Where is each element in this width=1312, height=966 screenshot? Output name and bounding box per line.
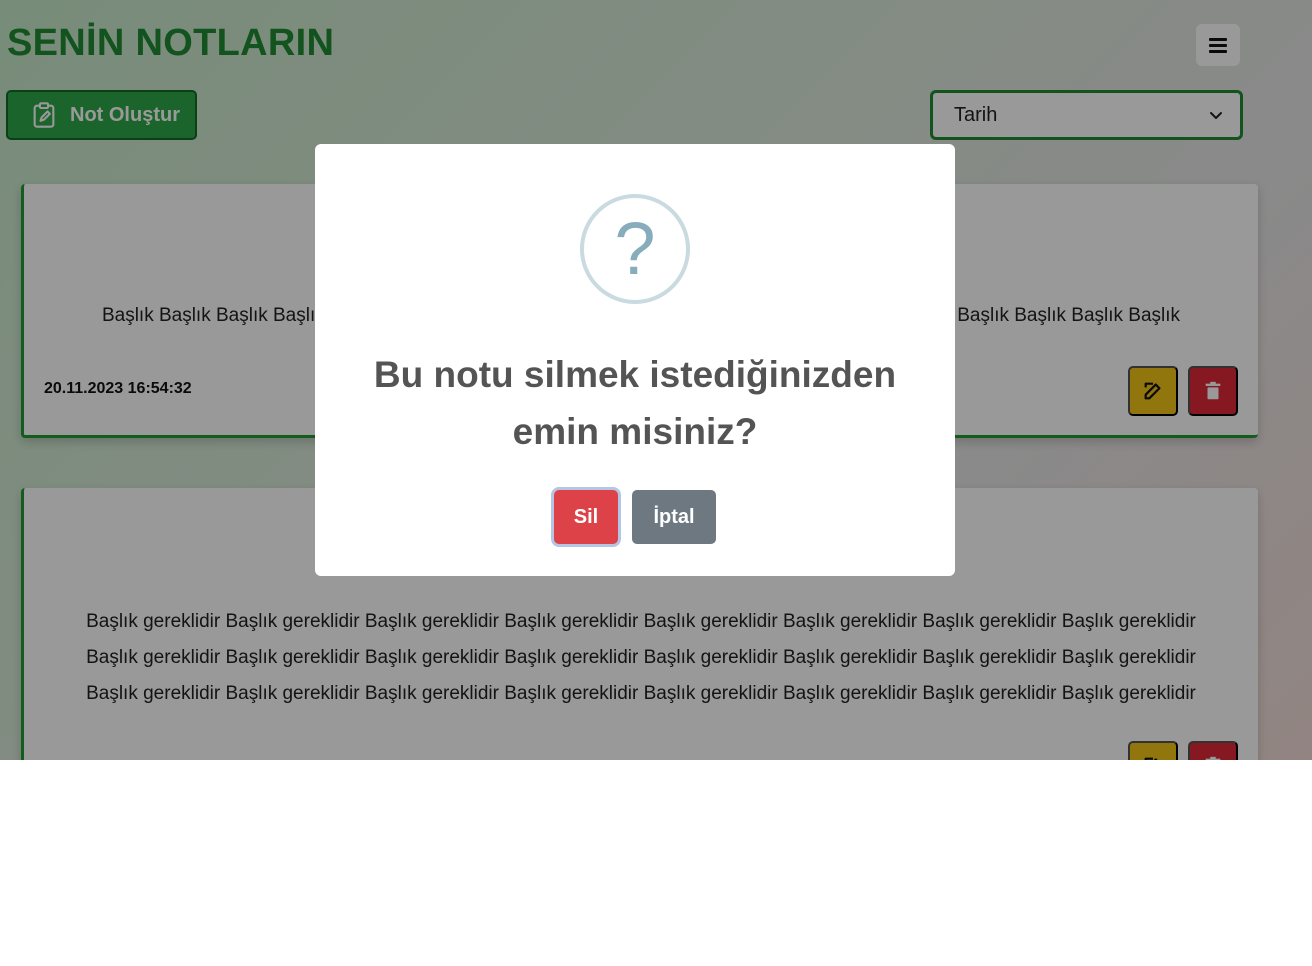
delete-confirm-dialog: ? Bu notu silmek istediğinizden emin mis…	[315, 144, 955, 576]
confirm-delete-button[interactable]: Sil	[554, 490, 618, 544]
cancel-button[interactable]: İptal	[632, 490, 716, 544]
dialog-title: Bu notu silmek istediğinizden emin misin…	[373, 354, 897, 452]
app-viewport: SENİN NOTLARIN Not Oluştur Tarih Başlık …	[0, 0, 1312, 760]
question-icon: ?	[580, 194, 690, 304]
